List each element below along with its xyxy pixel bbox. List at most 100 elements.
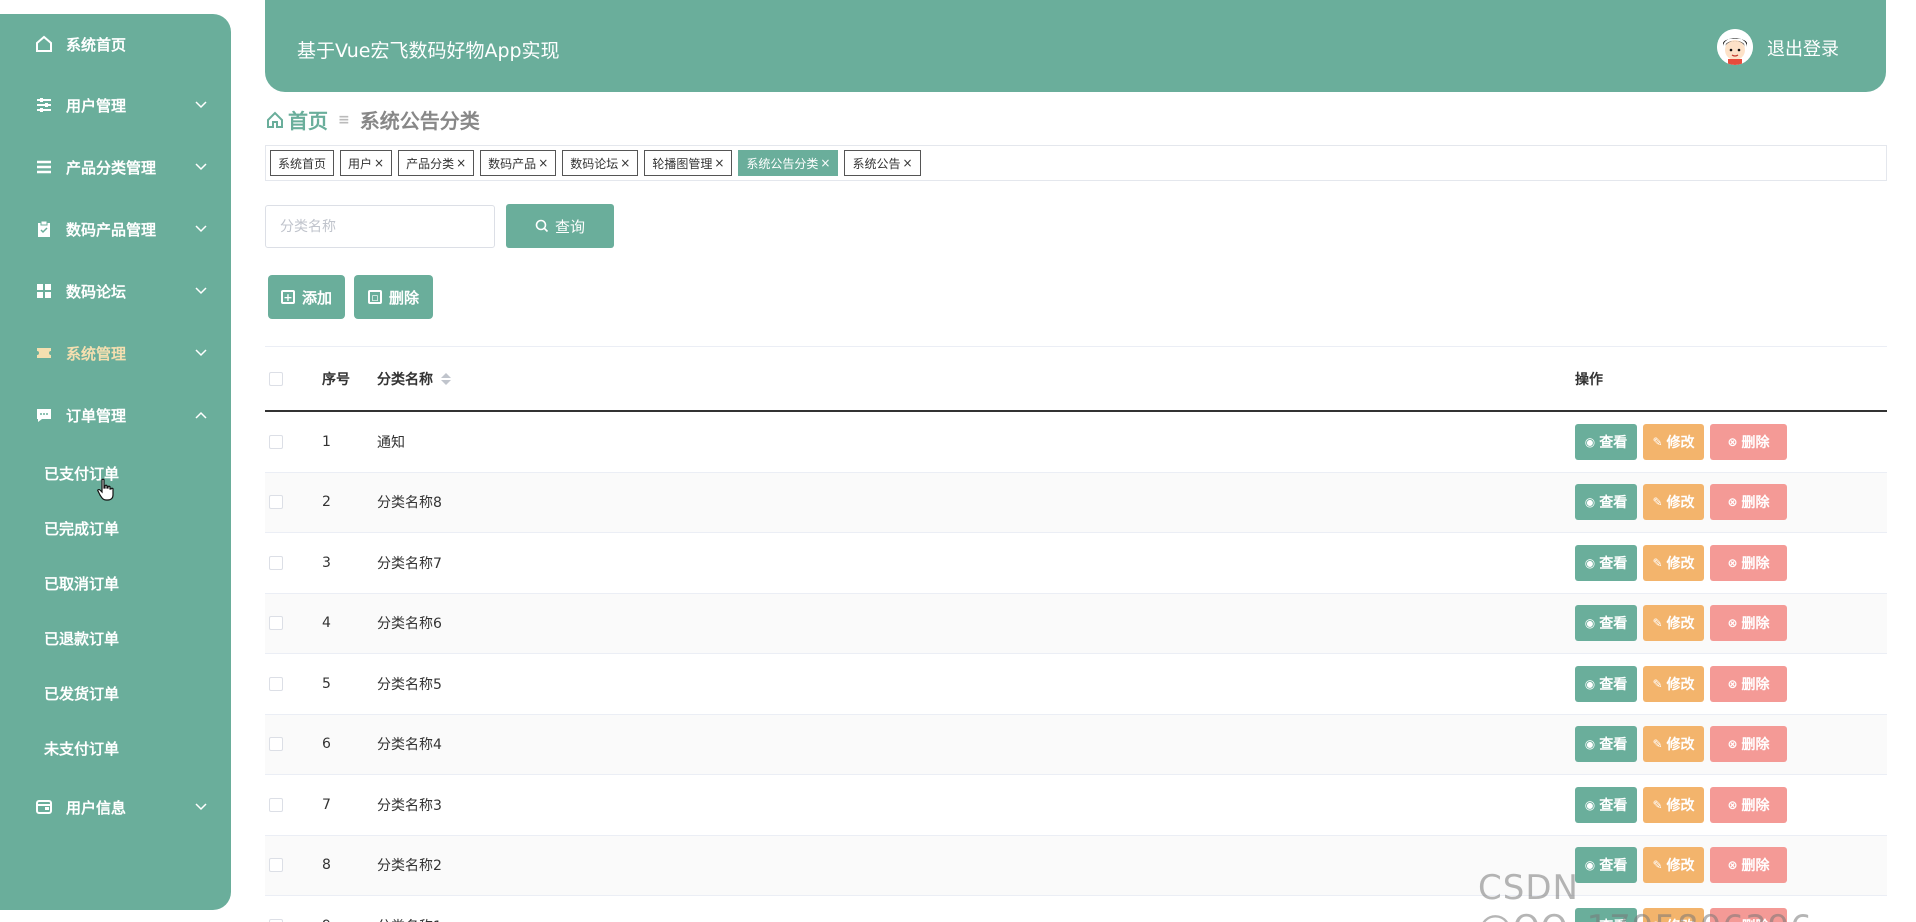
sidebar-item-forum[interactable]: 数码论坛 <box>0 260 231 322</box>
close-icon[interactable]: × <box>714 156 724 170</box>
sidebar-item-home[interactable]: 系统首页 <box>0 14 231 74</box>
circle-x-icon: ⊗ <box>1727 555 1738 570</box>
sidebar-item-user-info[interactable]: 用户信息 <box>0 776 231 838</box>
plus-square-icon: + <box>280 290 295 304</box>
sidebar-subitem-cancelled[interactable]: 已取消订单 <box>0 556 231 611</box>
edit-button[interactable]: ✎修改 <box>1643 726 1704 763</box>
edit-button[interactable]: ✎修改 <box>1643 786 1704 823</box>
tag-notice[interactable]: 系统公告 × <box>844 150 921 176</box>
sidebar-item-category-mgmt[interactable]: 产品分类管理 <box>0 136 231 198</box>
view-button[interactable]: ◉查看 <box>1575 665 1637 702</box>
chevron-down-icon <box>193 283 209 299</box>
edit-button[interactable]: ✎修改 <box>1643 423 1704 460</box>
edit-icon: ✎ <box>1652 676 1663 691</box>
header-name-label: 分类名称 <box>377 371 433 388</box>
close-icon[interactable]: × <box>820 156 830 170</box>
view-button[interactable]: ◉查看 <box>1575 544 1637 581</box>
tag-forum[interactable]: 数码论坛 × <box>562 150 639 176</box>
logout-link[interactable]: 退出登录 <box>1767 35 1839 61</box>
circle-x-icon: ⊗ <box>1727 495 1738 510</box>
avatar[interactable] <box>1717 29 1753 65</box>
row-ops: ◉查看✎修改⊗删除 <box>1575 665 1887 702</box>
edit-label: 修改 <box>1666 676 1695 693</box>
delete-button[interactable]: ⊗删除 <box>1710 665 1787 702</box>
row-name: 分类名称8 <box>377 495 442 512</box>
sidebar-subitem-shipped[interactable]: 已发货订单 <box>0 666 231 721</box>
view-label: 查看 <box>1599 676 1628 693</box>
select-all-checkbox[interactable] <box>269 371 283 386</box>
edit-button[interactable]: ✎修改 <box>1643 605 1704 642</box>
category-name-search-input[interactable] <box>265 205 495 248</box>
header-name[interactable]: 分类名称 <box>377 369 1575 389</box>
row-checkbox[interactable] <box>269 616 283 631</box>
delete-button[interactable]: ⊗删除 <box>1710 605 1787 642</box>
view-button[interactable]: ◉查看 <box>1575 605 1637 642</box>
tag-home[interactable]: 系统首页 <box>270 150 335 176</box>
tag-product-category[interactable]: 产品分类 × <box>398 150 475 176</box>
delete-label: 删除 <box>1741 737 1770 754</box>
batch-delete-button[interactable]: ▫ 删除 <box>354 275 433 319</box>
close-icon[interactable]: × <box>456 156 466 170</box>
tag-user[interactable]: 用户 × <box>340 150 393 176</box>
row-checkbox[interactable] <box>269 797 283 812</box>
delete-square-icon: ▫ <box>367 290 382 304</box>
edit-label: 修改 <box>1666 797 1695 814</box>
table-row: 5 分类名称5 ◉ 查看 ✎ 修改 ⊗ 删除 <box>265 654 1887 715</box>
close-icon[interactable]: × <box>374 156 384 170</box>
sort-caret-icon[interactable] <box>441 372 451 385</box>
close-icon[interactable]: × <box>903 156 913 170</box>
sidebar-item-order-mgmt[interactable]: 订单管理 <box>0 384 231 446</box>
sidebar-item-user-mgmt[interactable]: 用户管理 <box>0 74 231 136</box>
search-button[interactable]: 查询 <box>506 204 614 248</box>
chevron-down-icon <box>193 799 209 815</box>
circle-x-icon: ⊗ <box>1727 616 1738 631</box>
edit-button[interactable]: ✎修改 <box>1643 544 1704 581</box>
view-button[interactable]: ◉查看 <box>1575 786 1637 823</box>
row-checkbox[interactable] <box>269 858 283 873</box>
sidebar-subitem-unpaid[interactable]: 未支付订单 <box>0 721 231 776</box>
add-button[interactable]: + 添加 <box>268 275 345 319</box>
sub-item-label: 未支付订单 <box>44 740 120 758</box>
delete-button[interactable]: ⊗删除 <box>1710 544 1787 581</box>
wallet-icon <box>34 797 54 817</box>
row-index: 7 <box>322 796 331 813</box>
row-checkbox[interactable] <box>269 676 283 691</box>
row-checkbox[interactable] <box>269 555 283 570</box>
circle-x-icon: ⊗ <box>1727 434 1738 449</box>
close-icon[interactable]: × <box>538 156 548 170</box>
view-button[interactable]: ◉查看 <box>1575 726 1637 763</box>
delete-button-label: 删除 <box>388 288 419 307</box>
sidebar-item-product-mgmt[interactable]: 数码产品管理 <box>0 198 231 260</box>
row-checkbox[interactable] <box>269 737 283 752</box>
delete-label: 删除 <box>1741 797 1770 814</box>
view-button[interactable]: ◉查看 <box>1575 484 1637 521</box>
edit-button[interactable]: ✎修改 <box>1643 484 1704 521</box>
sidebar-item-system-mgmt[interactable]: 系统管理 <box>0 322 231 384</box>
delete-button[interactable]: ⊗删除 <box>1710 484 1787 521</box>
row-checkbox[interactable] <box>269 495 283 510</box>
delete-button[interactable]: ⊗删除 <box>1710 786 1787 823</box>
eye-icon: ◉ <box>1584 797 1596 812</box>
row-index: 1 <box>322 433 331 450</box>
eye-icon: ◉ <box>1584 737 1596 752</box>
edit-icon: ✎ <box>1652 616 1663 631</box>
sidebar-subitem-completed[interactable]: 已完成订单 <box>0 501 231 556</box>
edit-button[interactable]: ✎修改 <box>1643 665 1704 702</box>
view-button[interactable]: ◉查看 <box>1575 423 1637 460</box>
delete-button[interactable]: ⊗删除 <box>1710 726 1787 763</box>
row-name: 分类名称2 <box>377 858 442 875</box>
tag-label: 用户 <box>348 156 373 171</box>
tag-digital-product[interactable]: 数码产品 × <box>480 150 557 176</box>
sidebar-subitem-refunded[interactable]: 已退款订单 <box>0 611 231 666</box>
tag-notice-category[interactable]: 系统公告分类 × <box>738 150 839 176</box>
close-icon[interactable]: × <box>620 156 630 170</box>
tag-carousel[interactable]: 轮播图管理 × <box>644 150 733 176</box>
sidebar-item-label: 系统管理 <box>66 344 127 363</box>
breadcrumb-current: 系统公告分类 <box>359 109 480 133</box>
row-checkbox[interactable] <box>269 434 283 449</box>
delete-button[interactable]: ⊗删除 <box>1710 423 1787 460</box>
breadcrumb-home[interactable]: 首页 <box>266 105 328 134</box>
circle-x-icon: ⊗ <box>1727 797 1738 812</box>
sidebar-item-label: 系统首页 <box>66 35 127 54</box>
sidebar-subitem-paid[interactable]: 已支付订单 <box>0 446 231 501</box>
